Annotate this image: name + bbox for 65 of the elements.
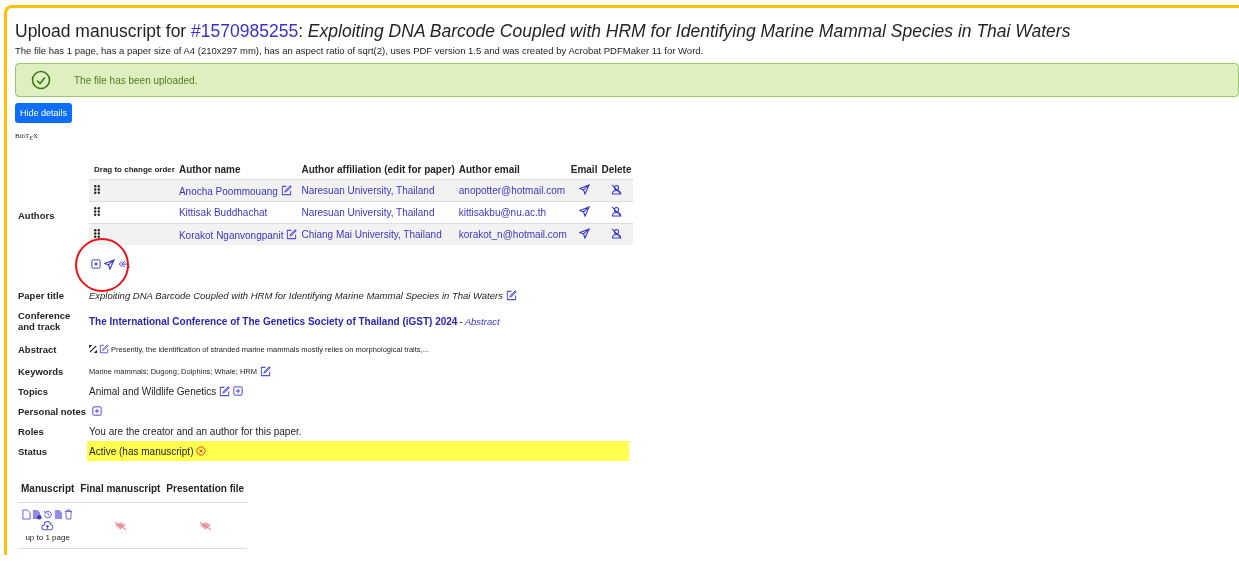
track-name: Abstract: [464, 315, 500, 327]
column-header: Presentation file: [163, 475, 248, 503]
field-value: Exploiting DNA Barcode Coupled with HRM for Identifying Marine Mammal Species in Thai Waters: [89, 289, 503, 301]
reply-all-icon[interactable]: [118, 258, 130, 270]
field-label: Topics: [17, 385, 49, 397]
file-info-text: The file has 1 page, has a paper size of A4 (210x297 mm), has an aspect ratio of sqrt(2), uses PDF version 1.5 and was created by Acrobat PDFMaker 11 for Word.: [15, 45, 705, 56]
column-header: Manuscript: [18, 475, 78, 503]
field-value: Active (has manuscript): [89, 445, 194, 457]
remove-person-icon[interactable]: [610, 206, 622, 217]
send-icon[interactable]: [578, 184, 590, 195]
alert-message: The file has been uploaded.: [74, 74, 198, 86]
author-name-link[interactable]: Kittisak Buddhachat: [178, 207, 268, 218]
send-icon[interactable]: [578, 206, 590, 217]
column-header: Author affiliation (edit for paper): [299, 160, 457, 180]
unavailable-icon: [198, 520, 212, 531]
drag-handle-icon[interactable]: [94, 185, 100, 194]
field-value: Animal and Wildlife Genetics: [89, 385, 217, 397]
add-icon[interactable]: [92, 406, 102, 416]
field-label: Conference and track: [17, 310, 72, 332]
expand-icon[interactable]: [89, 345, 97, 353]
column-header: Delete: [599, 160, 634, 180]
column-header: Author email: [456, 160, 569, 180]
field-value: You are the creator and an author for this paper.: [89, 425, 302, 437]
separator-text: -: [459, 315, 463, 327]
field-label: Keywords: [17, 365, 65, 377]
file-check-icon[interactable]: [54, 509, 64, 520]
field-label: Authors: [17, 210, 56, 221]
edit-icon[interactable]: [286, 228, 298, 240]
column-header: Author name: [176, 160, 300, 180]
edit-icon[interactable]: [99, 344, 109, 354]
field-label: Roles: [17, 425, 45, 437]
send-icon[interactable]: [104, 258, 115, 270]
conference-link[interactable]: The International Conference of The Genetics Society of Thailand (iGST) 2024: [89, 315, 458, 327]
affiliation-link[interactable]: Naresuan University, Thailand: [301, 207, 435, 218]
remove-person-icon[interactable]: [610, 228, 622, 239]
field-label: Paper title: [17, 289, 65, 301]
add-icon[interactable]: [233, 386, 244, 396]
history-icon[interactable]: [43, 509, 54, 520]
edit-icon[interactable]: [219, 385, 231, 397]
field-label: Abstract: [17, 343, 58, 355]
column-header: Email: [568, 160, 600, 180]
send-icon[interactable]: [578, 228, 590, 239]
column-header: Drag to change order: [89, 160, 177, 180]
unavailable-icon: [113, 520, 127, 531]
drag-handle-icon[interactable]: [94, 207, 100, 216]
paper-id-link[interactable]: #1570985255: [191, 21, 299, 41]
check-circle-icon: [31, 70, 51, 90]
edit-icon[interactable]: [505, 289, 517, 301]
annotation-circle: [75, 238, 129, 292]
add-icon[interactable]: [91, 259, 101, 269]
cloud-upload-icon[interactable]: [41, 521, 55, 531]
drag-handle-icon[interactable]: [94, 229, 100, 238]
trash-icon[interactable]: [64, 509, 74, 520]
email-link[interactable]: kittisakbu@nu.ac.th: [458, 207, 547, 218]
page-title: Upload manuscript for #1570985255: Exploiting DNA Barcode Coupled with HRM for Identifying Marine Mammal Species in Thai Waters: [15, 20, 1072, 42]
remove-person-icon[interactable]: [610, 184, 622, 195]
page-limit-note: up to 1 page: [24, 533, 71, 542]
file-info-icon[interactable]: [32, 509, 43, 520]
field-label: Status: [17, 445, 49, 457]
hide-details-button[interactable]: Hide details: [15, 103, 73, 123]
field-label: Personal notes: [17, 405, 88, 417]
column-header: Final manuscript: [77, 475, 164, 503]
cancel-icon[interactable]: [196, 446, 207, 456]
edit-icon[interactable]: [280, 184, 292, 196]
edit-icon[interactable]: [260, 365, 271, 377]
